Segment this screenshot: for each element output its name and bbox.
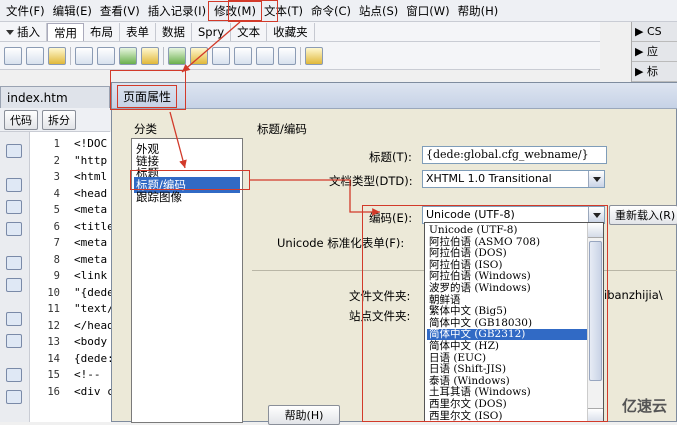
watermark-text: 亿速云 (621, 397, 667, 415)
annotation-arrows (169, 21, 380, 216)
annotation-arrow (250, 179, 380, 216)
annotation-arrow (169, 111, 187, 169)
annotation-arrow (181, 21, 241, 73)
